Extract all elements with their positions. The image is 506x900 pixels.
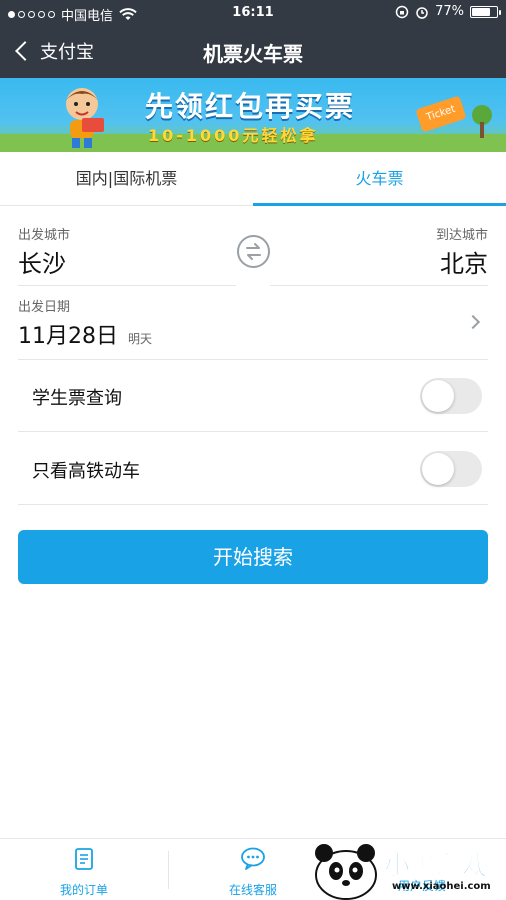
alarm-icon bbox=[416, 6, 428, 19]
watermark-url: www.xiaohei.com bbox=[392, 881, 491, 892]
student-ticket-label: 学生票查询 bbox=[32, 388, 122, 409]
swap-arrows-icon bbox=[246, 243, 261, 260]
start-search-button[interactable]: 开始搜索 bbox=[18, 530, 488, 584]
student-ticket-toggle[interactable] bbox=[420, 378, 482, 414]
tab-active-indicator bbox=[253, 203, 506, 206]
departure-city-value: 长沙 bbox=[18, 250, 66, 278]
student-ticket-row: 学生票查询 bbox=[18, 360, 488, 432]
swap-cities-button[interactable] bbox=[237, 235, 270, 268]
highspeed-only-row: 只看高铁动车 bbox=[18, 433, 488, 505]
banner-subline: 10-1000元轻松拿 bbox=[148, 126, 319, 145]
arrival-city-label: 到达城市 bbox=[435, 228, 488, 243]
status-right: 77% bbox=[395, 4, 501, 19]
page-title: 机票火车票 bbox=[203, 42, 303, 66]
xiaohei-watermark: 小黑游戏 www.xiaohei.com bbox=[306, 839, 506, 900]
tree-icon bbox=[472, 105, 492, 138]
status-bar: 中国电信 16:11 77% bbox=[0, 0, 506, 26]
bottom-bar: 我的订单 在线客服 用户反馈 小黑游戏 www.xiaohei.com bbox=[0, 838, 506, 900]
orders-icon bbox=[75, 848, 93, 870]
arrival-city-value: 北京 bbox=[440, 250, 488, 278]
departure-city-label: 出发城市 bbox=[18, 228, 71, 243]
highspeed-only-label: 只看高铁动车 bbox=[32, 461, 140, 482]
battery-percent: 77% bbox=[435, 4, 464, 19]
lock-rotation-icon bbox=[395, 5, 409, 18]
departure-date-value: 11月28日 bbox=[18, 324, 118, 349]
highspeed-only-toggle[interactable] bbox=[420, 451, 482, 487]
departure-date-field[interactable]: 出发日期 11月28日 明天 bbox=[18, 296, 488, 360]
navigation-bar: 支付宝 机票火车票 bbox=[0, 26, 506, 78]
toggle-knob bbox=[422, 380, 454, 412]
watermark-text: 小黑游戏 bbox=[383, 851, 489, 882]
chevron-right-icon bbox=[465, 314, 481, 330]
departure-city-field[interactable]: 出发城市 长沙 bbox=[18, 224, 236, 286]
tab-flights[interactable]: 国内|国际机票 bbox=[0, 152, 253, 206]
cartoon-boy-icon bbox=[66, 88, 104, 148]
my-orders-label: 我的订单 bbox=[59, 883, 108, 897]
promo-banner[interactable]: 先领红包再买票 10-1000元轻松拿 Ticket bbox=[0, 78, 506, 152]
departure-day-hint: 明天 bbox=[128, 332, 153, 346]
banner-ticket: Ticket bbox=[415, 95, 467, 133]
my-orders-button[interactable]: 我的订单 bbox=[0, 847, 168, 898]
tab-train-label: 火车票 bbox=[355, 169, 404, 188]
battery-icon bbox=[470, 5, 501, 18]
toggle-knob bbox=[422, 453, 454, 485]
tab-train[interactable]: 火车票 bbox=[253, 152, 506, 206]
banner-headline: 先领红包再买票 bbox=[145, 90, 356, 123]
ticket-type-tabs: 国内|国际机票 火车票 bbox=[0, 152, 506, 206]
chat-bubble-icon bbox=[241, 847, 265, 870]
arrival-city-field[interactable]: 到达城市 北京 bbox=[270, 224, 488, 286]
departure-date-label: 出发日期 bbox=[18, 300, 71, 315]
